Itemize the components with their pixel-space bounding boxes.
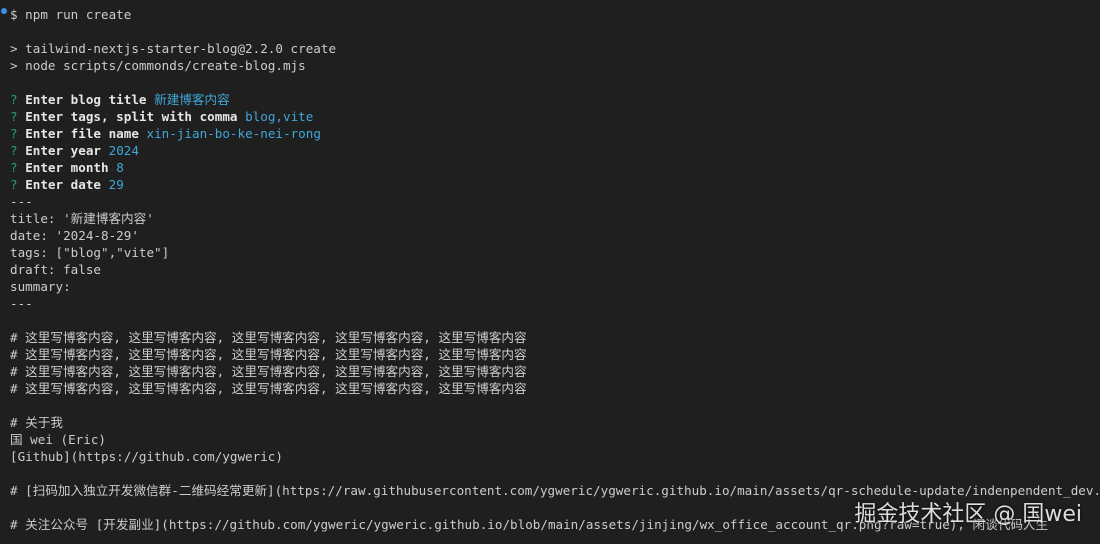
watermark: 掘金技术社区 @ 国wei (854, 502, 1082, 527)
frontmatter-line: --- (10, 194, 33, 209)
frontmatter-line: date: '2024-8-29' (10, 228, 139, 243)
prompt-status-dot-icon (1, 8, 7, 14)
question-line: ? Enter blog title 新建博客内容 (10, 91, 1100, 108)
question-answer: 2024 (108, 143, 139, 158)
question-label: Enter date (25, 177, 102, 192)
question-label: Enter blog title (25, 92, 147, 107)
about-line: [Github](https://github.com/ygweric) (10, 449, 283, 464)
question-label: Enter file name (25, 126, 139, 141)
question-label: Enter month (25, 160, 109, 175)
question-line: ? Enter year 2024 (10, 142, 1100, 159)
frontmatter-line: --- (10, 296, 33, 311)
body-line: # 这里写博客内容, 这里写博客内容, 这里写博客内容, 这里写博客内容, 这里… (10, 364, 527, 379)
about-line: # 关于我 (10, 415, 63, 430)
frontmatter-line: draft: false (10, 262, 101, 277)
body-line: # 这里写博客内容, 这里写博客内容, 这里写博客内容, 这里写博客内容, 这里… (10, 381, 527, 396)
question-mark: ? (10, 126, 18, 141)
question-line: ? Enter date 29 (10, 176, 1100, 193)
question-label: Enter tags, split with comma (25, 109, 238, 124)
question-answer: 29 (108, 177, 124, 192)
prompt-symbol: $ (10, 7, 26, 22)
command-text: npm run create (25, 7, 132, 22)
question-line: ? Enter month 8 (10, 159, 1100, 176)
frontmatter-line: title: '新建博客内容' (10, 211, 154, 226)
question-answer: 新建博客内容 (154, 92, 230, 107)
question-answer: blog,vite (245, 109, 314, 124)
question-mark: ? (10, 160, 18, 175)
frontmatter-line: summary: (10, 279, 71, 294)
terminal-window[interactable]: ~ ~ ~ ~ ~ ~ ~ ~ ~ ~ ~ ~ ~ ~ ~ ~ $ npm ru… (0, 0, 1100, 544)
question-label: Enter year (25, 143, 102, 158)
question-mark: ? (10, 92, 18, 107)
question-answer: xin-jian-bo-ke-nei-rong (146, 126, 321, 141)
output-line: > node scripts/commonds/create-blog.mjs (10, 58, 306, 73)
question-mark: ? (10, 143, 18, 158)
question-mark: ? (10, 177, 18, 192)
frontmatter-line: tags: ["blog","vite"] (10, 245, 170, 260)
about-line: 国 wei (Eric) (10, 432, 106, 447)
output-line: > tailwind-nextjs-starter-blog@2.2.0 cre… (10, 41, 337, 56)
question-line: ? Enter file name xin-jian-bo-ke-nei-ron… (10, 125, 1100, 142)
question-line: ? Enter tags, split with comma blog,vite (10, 108, 1100, 125)
body-line: # 这里写博客内容, 这里写博客内容, 这里写博客内容, 这里写博客内容, 这里… (10, 347, 527, 362)
command-line: $ npm run create (10, 6, 1100, 23)
body-line: # 这里写博客内容, 这里写博客内容, 这里写博客内容, 这里写博客内容, 这里… (10, 330, 527, 345)
question-answer: 8 (116, 160, 124, 175)
question-mark: ? (10, 109, 18, 124)
